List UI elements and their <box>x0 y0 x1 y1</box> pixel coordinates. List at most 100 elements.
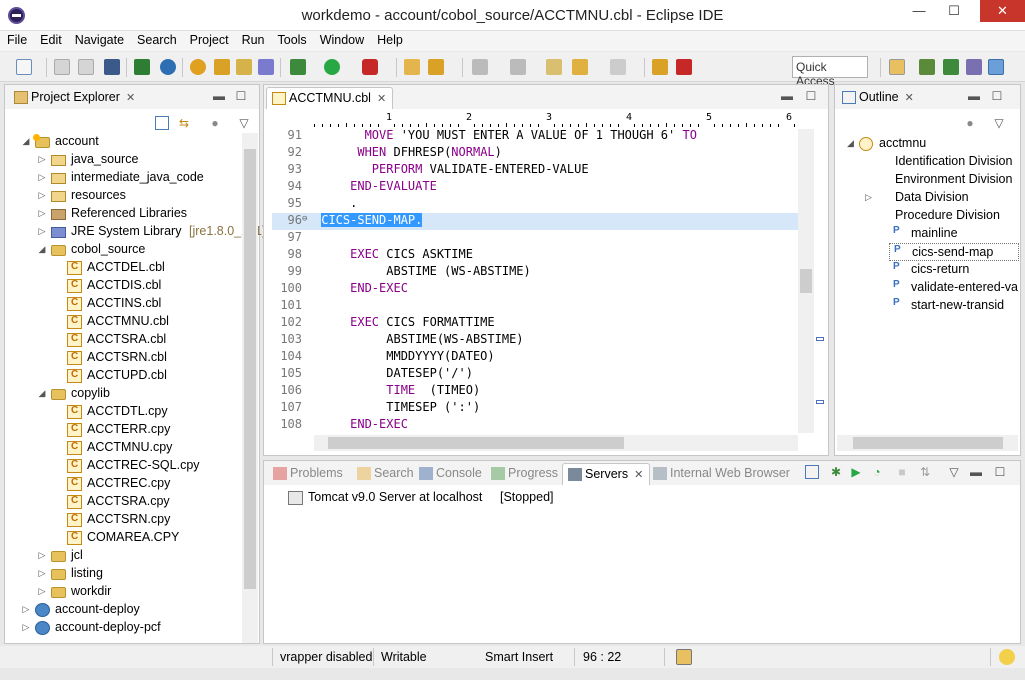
tab-progress[interactable]: Progress <box>486 463 564 485</box>
menu-edit[interactable]: Edit <box>33 31 68 47</box>
external-tools-icon[interactable] <box>362 59 378 75</box>
filter-icon[interactable]: ● <box>963 116 977 130</box>
filter-icon[interactable]: ● <box>208 116 222 130</box>
collapse-arrow-icon[interactable]: ◢ <box>37 244 47 255</box>
open-perspective-icon[interactable] <box>889 59 905 75</box>
run-icon[interactable] <box>324 59 340 75</box>
collapse-all-icon[interactable] <box>805 465 819 479</box>
code-line[interactable]: 105 DATESEP('/') <box>272 366 798 383</box>
vrapper-status[interactable]: vrapper disabled <box>280 650 372 664</box>
code-line[interactable]: 107 TIMESEP (':') <box>272 400 798 417</box>
collapse-arrow-icon[interactable]: ◢ <box>21 136 31 147</box>
forward-icon[interactable] <box>610 59 626 75</box>
code-line[interactable]: 104 MMDDYYYY(DATEO) <box>272 349 798 366</box>
code-line[interactable]: 92 WHEN DFHRESP(NORMAL) <box>272 145 798 162</box>
tab-project-explorer[interactable]: Project Explorer ✕ <box>9 87 141 109</box>
outline-horizontal-scrollbar[interactable] <box>837 435 1018 451</box>
overview-marker[interactable] <box>816 337 824 341</box>
expand-arrow-icon[interactable]: ▷ <box>37 568 47 579</box>
menu-file[interactable]: File <box>0 31 33 47</box>
minimize-icon[interactable]: ▬ <box>969 465 983 479</box>
expand-arrow-icon[interactable]: ▷ <box>37 190 47 201</box>
globe-icon[interactable] <box>160 59 176 75</box>
sun-icon[interactable] <box>190 59 206 75</box>
debug-perspective-icon[interactable] <box>943 59 959 75</box>
tab-servers[interactable]: Servers ✕ <box>562 463 651 485</box>
close-icon[interactable]: ✕ <box>634 469 643 481</box>
editor-scroll-thumb[interactable] <box>800 269 812 293</box>
next-annotation-icon[interactable] <box>472 59 488 75</box>
collapse-all-icon[interactable] <box>155 116 169 130</box>
publish-icon[interactable]: ⇅ <box>918 465 932 479</box>
code-line[interactable]: 94 END-EVALUATE <box>272 179 798 196</box>
code-line[interactable]: 100 END-EXEC <box>272 281 798 298</box>
deploy-icon[interactable] <box>236 59 252 75</box>
java-perspective-icon[interactable] <box>919 59 935 75</box>
editor-hscroll-thumb[interactable] <box>328 437 624 449</box>
expand-arrow-icon[interactable]: ▷ <box>21 622 31 633</box>
menu-tools[interactable]: Tools <box>271 31 313 47</box>
menu-help[interactable]: Help <box>370 31 409 47</box>
menu-window[interactable]: Window <box>313 31 370 47</box>
close-icon[interactable]: ✕ <box>377 93 386 105</box>
task-icon[interactable] <box>428 59 444 75</box>
tab-outline[interactable]: Outline ✕ <box>837 87 920 109</box>
menu-navigate[interactable]: Navigate <box>68 31 130 47</box>
new-icon[interactable] <box>16 59 32 75</box>
expand-arrow-icon[interactable]: ▷ <box>21 604 31 615</box>
view-menu-icon[interactable]: ▽ <box>237 116 251 130</box>
back-icon[interactable] <box>572 59 588 75</box>
lightbulb-icon[interactable] <box>999 649 1015 665</box>
code-line[interactable]: 99 ABSTIME (WS-ABSTIME) <box>272 264 798 281</box>
code-line[interactable]: 98 EXEC CICS ASKTIME <box>272 247 798 264</box>
explorer-scrollbar[interactable] <box>242 133 258 643</box>
stop-icon[interactable] <box>676 59 692 75</box>
expand-arrow-icon[interactable]: ▷ <box>37 226 47 237</box>
open-folder-icon[interactable] <box>404 59 420 75</box>
expand-arrow-icon[interactable]: ▷ <box>37 208 47 219</box>
collapse-arrow-icon[interactable]: ◢ <box>847 138 854 149</box>
stop-server-icon[interactable]: ■ <box>895 465 909 479</box>
expand-arrow-icon[interactable]: ▷ <box>37 550 47 561</box>
code-line[interactable]: 91 MOVE 'YOU MUST ENTER A VALUE OF 1 THO… <box>272 128 798 145</box>
menu-run[interactable]: Run <box>235 31 271 47</box>
maximize-icon[interactable]: ☐ <box>804 89 818 103</box>
maximize-button[interactable]: ☐ <box>937 0 971 22</box>
view-menu-icon[interactable]: ▽ <box>992 116 1006 130</box>
view-menu-icon[interactable]: ▽ <box>947 465 961 479</box>
save-icon[interactable] <box>54 59 70 75</box>
code-line[interactable]: 108 END-EXEC <box>272 417 798 434</box>
tab-internal-web-browser[interactable]: Internal Web Browser <box>648 463 796 485</box>
overview-marker[interactable] <box>816 400 824 404</box>
cobol-perspective-icon[interactable] <box>988 59 1004 75</box>
code-line[interactable]: 101 <box>272 298 798 315</box>
close-icon[interactable]: ✕ <box>905 92 914 104</box>
code-line[interactable]: 96 ⊖ CICS-SEND-MAP. <box>272 213 798 230</box>
outline-paragraph[interactable]: Pcics-send-map <box>889 243 1019 261</box>
expand-arrow-icon[interactable]: ▷ <box>37 586 47 597</box>
code-line[interactable]: 97 <box>272 230 798 247</box>
expand-arrow-icon[interactable]: ▷ <box>865 192 872 203</box>
minimize-button[interactable]: — <box>902 0 936 22</box>
code-line[interactable]: 93 PERFORM VALIDATE-ENTERED-VALUE <box>272 162 798 179</box>
debug-icon[interactable] <box>290 59 306 75</box>
expand-arrow-icon[interactable]: ▷ <box>37 172 47 183</box>
fold-icon[interactable]: ⊖ <box>302 214 307 224</box>
build-icon[interactable] <box>134 59 150 75</box>
tab-console[interactable]: Console <box>414 463 488 485</box>
background-tasks-icon[interactable] <box>676 649 692 665</box>
close-icon[interactable]: ✕ <box>126 92 135 104</box>
start-server-icon[interactable]: ▶ <box>849 465 863 479</box>
quick-access-input[interactable]: Quick Access <box>792 56 868 88</box>
editor-scrollbar[interactable] <box>798 129 814 433</box>
last-edit-icon[interactable] <box>546 59 562 75</box>
minimize-icon[interactable]: ▬ <box>967 89 981 103</box>
tab-acctmnu-cbl[interactable]: ACCTMNU.cbl ✕ <box>266 87 394 109</box>
maximize-icon[interactable]: ☐ <box>990 89 1004 103</box>
profile-server-icon[interactable]: ◔ <box>870 465 884 479</box>
save-all-icon[interactable] <box>78 59 94 75</box>
pin-icon[interactable] <box>652 59 668 75</box>
code-line[interactable]: 103 ABSTIME(WS-ABSTIME) <box>272 332 798 349</box>
collapse-arrow-icon[interactable]: ◢ <box>37 388 47 399</box>
perspective-icon[interactable] <box>966 59 982 75</box>
